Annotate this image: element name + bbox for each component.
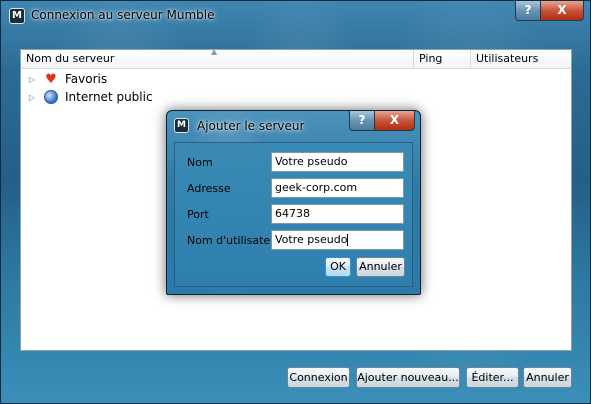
cancel-button[interactable]: Annuler — [523, 367, 572, 388]
close-button[interactable]: X — [541, 1, 584, 21]
expand-arrow-icon[interactable]: ▷ — [21, 75, 43, 84]
mumble-app-icon: M — [9, 8, 25, 24]
dialog-form: Nom Votre pseudo Adresse geek-corp.com P… — [174, 142, 413, 287]
expand-arrow-icon[interactable]: ▷ — [21, 93, 43, 102]
tree-item-label: Internet public — [65, 90, 153, 104]
dialog-cancel-button[interactable]: Annuler — [356, 257, 405, 277]
help-button[interactable]: ? — [515, 1, 541, 21]
text-caret — [347, 234, 349, 246]
dialog-caption-buttons: ? X — [349, 111, 415, 131]
dialog-title: Ajouter le serveur — [197, 119, 305, 133]
tree-item-label: Favoris — [65, 72, 108, 86]
add-new-button[interactable]: Ajouter nouveau... — [356, 367, 460, 388]
column-ping[interactable]: Ping — [414, 50, 471, 69]
add-server-dialog: M Ajouter le serveur ? X Nom Votre pseud… — [166, 110, 421, 295]
caption-buttons: ? X — [515, 1, 584, 21]
dialog-help-button[interactable]: ? — [349, 111, 375, 131]
mumble-dialog-icon: M — [174, 118, 189, 133]
connect-button[interactable]: Connexion — [287, 367, 350, 388]
tree-item-public-internet[interactable]: ▷ Internet public — [21, 88, 411, 106]
dialog-close-button[interactable]: X — [375, 111, 415, 131]
heart-icon: ♥ — [45, 71, 57, 87]
tree-item-favorites[interactable]: ▷ ♥ Favoris — [21, 70, 411, 88]
port-label: Port — [187, 208, 209, 221]
tree-header: Nom du serveur ▲ Ping Utilisateurs — [21, 47, 571, 69]
username-input[interactable]: Votre pseudo — [271, 230, 404, 250]
edit-button[interactable]: Éditer... — [466, 367, 519, 388]
title-bar[interactable]: M Connexion au serveur Mumble ? X — [1, 1, 590, 31]
address-label: Adresse — [187, 182, 231, 195]
sort-arrow-icon: ▲ — [211, 47, 218, 56]
port-input[interactable]: 64738 — [271, 204, 404, 224]
globe-icon — [43, 89, 59, 105]
address-input[interactable]: geek-corp.com — [271, 178, 404, 198]
column-users[interactable]: Utilisateurs — [471, 50, 571, 69]
username-value: Votre pseudo — [275, 233, 348, 246]
username-label: Nom d'utilisateur — [187, 234, 282, 247]
dialog-ok-button[interactable]: OK — [325, 257, 351, 277]
window-title: Connexion au serveur Mumble — [31, 8, 215, 22]
name-input[interactable]: Votre pseudo — [271, 152, 404, 172]
name-label: Nom — [187, 156, 213, 169]
column-server-name[interactable]: Nom du serveur — [21, 50, 414, 69]
